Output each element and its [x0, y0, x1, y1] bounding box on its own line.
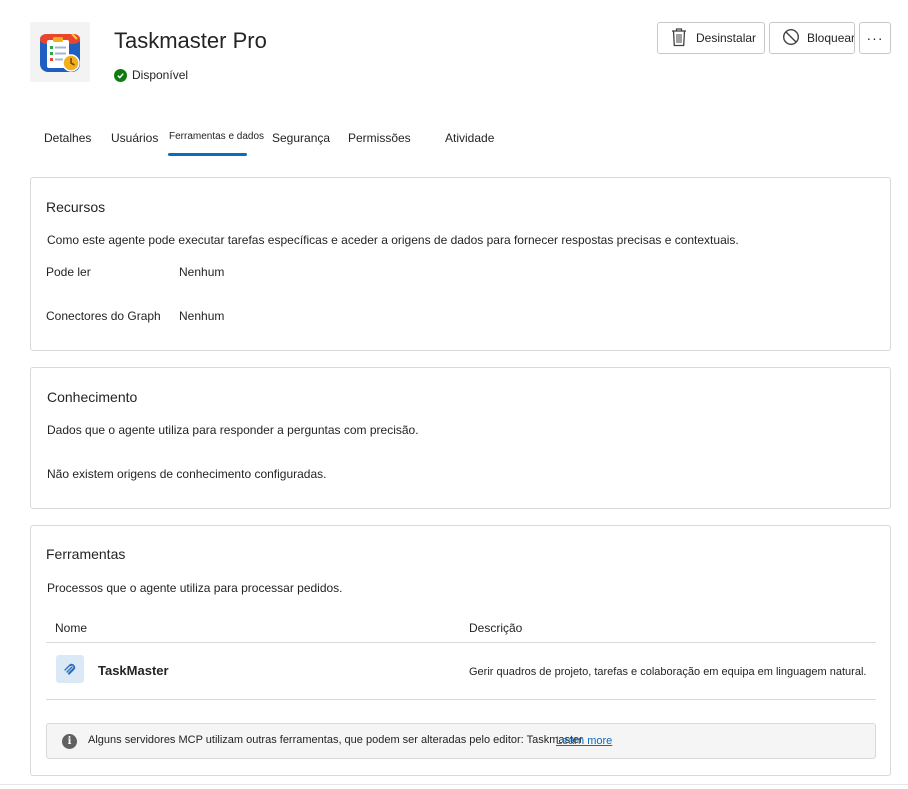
link-icon [56, 655, 84, 683]
info-notice: i Alguns servidores MCP utilizam outras … [46, 723, 876, 759]
tools-description: Processos que o agente utiliza para proc… [47, 581, 343, 595]
resources-description: Como este agente pode executar tarefas e… [47, 233, 739, 247]
tab-bar: Detalhes Usuários Ferramentas e dados Se… [0, 126, 908, 160]
app-title: Taskmaster Pro [114, 28, 267, 53]
knowledge-empty-message: Não existem origens de conhecimento conf… [47, 467, 327, 481]
uninstall-button[interactable]: Desinstalar [657, 22, 765, 54]
status-badge: Disponível [114, 68, 188, 82]
tab-details[interactable]: Detalhes [44, 131, 91, 145]
bottom-divider [0, 784, 908, 785]
can-read-label: Pode ler [46, 265, 91, 279]
uninstall-label: Desinstalar [696, 31, 757, 45]
notice-text: Alguns servidores MCP utilizam outras fe… [88, 734, 583, 746]
taskmaster-logo-icon [40, 33, 80, 72]
can-read-value: Nenhum [179, 265, 225, 279]
tab-users[interactable]: Usuários [111, 131, 158, 145]
graph-connectors-value: Nenhum [179, 309, 225, 323]
table-header-divider [46, 642, 876, 643]
tab-tools-and-data[interactable]: Ferramentas e dados [169, 131, 264, 142]
graph-connectors-label: Conectores do Graph [46, 309, 161, 323]
knowledge-card: Conhecimento Dados que o agente utiliza … [30, 367, 891, 509]
app-logo [30, 22, 90, 82]
tool-description: Gerir quadros de projeto, tarefas e cola… [469, 666, 867, 678]
resources-card: Recursos Como este agente pode executar … [30, 177, 891, 351]
tab-permissions[interactable]: Permissões [348, 131, 411, 145]
column-header-description: Descrição [469, 621, 523, 635]
resources-title: Recursos [46, 199, 106, 215]
column-header-name: Nome [55, 621, 88, 635]
knowledge-description: Dados que o agente utiliza para responde… [47, 423, 419, 437]
block-icon [782, 28, 800, 49]
tab-activity[interactable]: Atividade [445, 131, 494, 145]
tab-security[interactable]: Segurança [272, 131, 330, 145]
block-button[interactable]: Bloquear [769, 22, 855, 54]
check-circle-icon [114, 68, 127, 82]
more-options-button[interactable]: ··· [859, 22, 891, 54]
tool-name: TaskMaster [98, 663, 169, 678]
block-label: Bloquear [807, 31, 855, 45]
knowledge-title: Conhecimento [47, 389, 138, 405]
active-tab-indicator [168, 153, 247, 156]
learn-more-link[interactable]: Learn more [556, 735, 612, 747]
tools-card: Ferramentas Processos que o agente utili… [30, 525, 891, 776]
table-row-divider [46, 699, 876, 700]
info-icon: i [62, 734, 77, 749]
trash-icon [670, 27, 688, 50]
more-icon: ··· [866, 30, 884, 46]
tools-title: Ferramentas [46, 546, 126, 562]
status-text: Disponível [132, 68, 189, 82]
